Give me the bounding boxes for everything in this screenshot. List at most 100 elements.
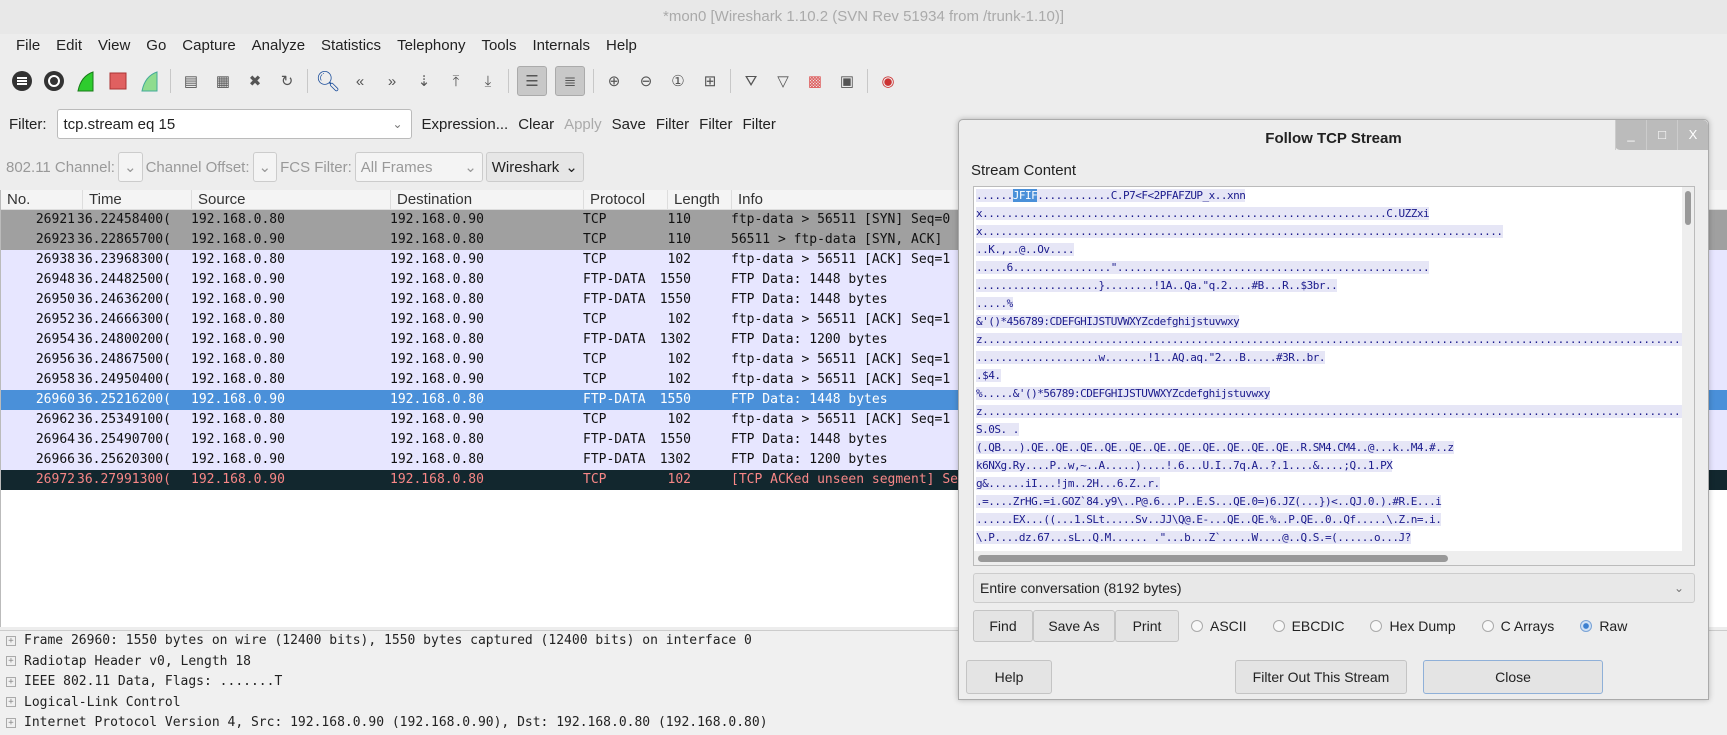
filter-input[interactable]: tcp.stream eq 15 ⌄	[56, 109, 412, 139]
column-length[interactable]: Length	[667, 190, 731, 210]
go-last-icon[interactable]: ⤓	[476, 69, 500, 93]
stop-capture-icon[interactable]	[106, 69, 130, 93]
chevron-down-icon[interactable]: ⌄	[392, 117, 402, 131]
column-time[interactable]: Time	[82, 190, 191, 210]
apply-button[interactable]: Apply	[564, 116, 602, 133]
reload-icon[interactable]: ↻	[275, 69, 299, 93]
channel-offset-label: Channel Offset:	[145, 158, 250, 176]
go-back-icon[interactable]: «	[348, 69, 372, 93]
menu-telephony[interactable]: Telephony	[389, 34, 473, 58]
menu-edit[interactable]: Edit	[48, 34, 90, 58]
column-source[interactable]: Source	[191, 190, 390, 210]
expand-icon[interactable]: +	[6, 656, 16, 666]
stream-line: S.0S. .	[974, 421, 1694, 439]
expand-icon[interactable]: +	[6, 717, 16, 728]
radio-c-arrays[interactable]: C Arrays	[1481, 618, 1554, 634]
help-button[interactable]: Help	[966, 660, 1052, 694]
horizontal-scrollbar[interactable]	[974, 551, 1694, 565]
menu-file[interactable]: File	[8, 34, 48, 58]
expression-button[interactable]: Expression...	[422, 116, 509, 133]
channel-select[interactable]: ⌄	[117, 152, 143, 182]
radio-icon[interactable]	[1481, 620, 1494, 632]
coloring-rules-icon[interactable]: ▩	[803, 69, 827, 93]
filter-out-stream-button[interactable]: Filter Out This Stream	[1235, 660, 1407, 694]
find-packet-icon[interactable]: 🔍︎	[315, 69, 340, 93]
stream-text: g&......iI...!jm..2H...6.Z..r.	[976, 477, 1160, 490]
colorize-icon[interactable]: ☰	[517, 66, 547, 96]
options-gear-icon[interactable]	[42, 69, 66, 93]
column-protocol[interactable]: Protocol	[583, 190, 667, 210]
zoom-out-icon[interactable]: ⊖	[634, 69, 658, 93]
menu-internals[interactable]: Internals	[524, 34, 598, 58]
close-icon[interactable]: X	[1677, 120, 1708, 150]
menu-analyze[interactable]: Analyze	[244, 34, 313, 58]
cell-len: 102	[667, 352, 691, 367]
open-file-icon[interactable]: ▤	[179, 69, 203, 93]
display-filters-icon[interactable]: ▽	[771, 69, 795, 93]
go-forward-icon[interactable]: »	[380, 69, 404, 93]
cell-len: 102	[667, 472, 691, 487]
save-file-icon[interactable]: ▦	[211, 69, 235, 93]
go-first-icon[interactable]: ⤒	[444, 69, 468, 93]
menu-tools[interactable]: Tools	[473, 34, 524, 58]
save-button[interactable]: Save	[612, 116, 646, 133]
fcs-filter-select[interactable]: All Frames ⌄	[354, 152, 483, 182]
cell-len: 110	[667, 212, 691, 227]
maximize-icon[interactable]: □	[1646, 120, 1677, 150]
stream-line: .....6................".................…	[974, 259, 1694, 277]
conversation-select[interactable]: Entire conversation (8192 bytes) ⌄	[973, 573, 1695, 603]
radio-raw[interactable]: Raw	[1580, 618, 1627, 634]
menu-capture[interactable]: Capture	[174, 34, 243, 58]
help-icon[interactable]: ◉	[876, 69, 900, 93]
go-to-packet-icon[interactable]: ⇣	[412, 69, 436, 93]
close-file-icon[interactable]: ✖	[243, 69, 267, 93]
vertical-scrollbar[interactable]	[1682, 187, 1694, 553]
stream-text: ..K.,..@..Ov....	[976, 243, 1074, 256]
column-no[interactable]: No.	[1, 190, 82, 210]
decryption-mode-select[interactable]: Wireshark ⌄	[485, 152, 584, 182]
print-button[interactable]: Print	[1115, 610, 1179, 642]
restart-capture-icon[interactable]	[138, 69, 162, 93]
cell-src: 192.168.0.90	[191, 232, 285, 247]
close-button[interactable]: Close	[1423, 660, 1603, 694]
interfaces-icon[interactable]	[10, 69, 34, 93]
scroll-thumb[interactable]	[1685, 191, 1691, 225]
minimize-icon[interactable]: _	[1615, 120, 1646, 150]
auto-scroll-icon[interactable]: ≣	[555, 66, 585, 96]
radio-icon[interactable]	[1272, 620, 1285, 632]
preferences-icon[interactable]: ▣	[835, 69, 859, 93]
capture-filters-icon[interactable]: ⛛	[739, 69, 763, 93]
expand-icon[interactable]: +	[6, 676, 16, 687]
menu-help[interactable]: Help	[598, 34, 645, 58]
filter-button-2[interactable]: Filter	[699, 116, 732, 133]
stream-content-text[interactable]: ......JFIF............C.P7<F<2PFAFZUP_x.…	[973, 186, 1695, 566]
cell-no: 26950	[35, 292, 75, 307]
channel-offset-select[interactable]: ⌄	[252, 152, 278, 182]
find-button[interactable]: Find	[973, 610, 1033, 642]
menu-statistics[interactable]: Statistics	[313, 34, 389, 58]
clear-button[interactable]: Clear	[518, 116, 554, 133]
stream-text: \.P....dz.67...sL..Q.M...... ."...b...Z`…	[976, 531, 1411, 544]
radio-ascii[interactable]: ASCII	[1191, 618, 1247, 634]
scroll-thumb[interactable]	[978, 555, 1448, 562]
detail-ipv4[interactable]: + Internet Protocol Version 4, Src: 192.1…	[0, 713, 1727, 734]
menu-view[interactable]: View	[90, 34, 138, 58]
resize-columns-icon[interactable]: ⊞	[698, 69, 722, 93]
zoom-in-icon[interactable]: ⊕	[602, 69, 626, 93]
save-as-button[interactable]: Save As	[1033, 610, 1115, 642]
radio-ebcdic[interactable]: EBCDIC	[1272, 618, 1344, 634]
normal-size-icon[interactable]: ①	[666, 69, 690, 93]
radio-icon[interactable]	[1191, 620, 1203, 632]
menu-go[interactable]: Go	[138, 34, 174, 58]
filter-button-3[interactable]: Filter	[743, 116, 776, 133]
start-capture-fin-icon[interactable]	[74, 69, 98, 93]
cell-time: 36.24666300(	[77, 312, 171, 327]
radio-hex-dump[interactable]: Hex Dump	[1370, 618, 1456, 634]
column-destination[interactable]: Destination	[390, 190, 589, 210]
filter-button-1[interactable]: Filter	[656, 116, 689, 133]
expand-icon[interactable]: +	[6, 635, 16, 646]
radio-icon[interactable]	[1370, 620, 1383, 632]
stream-line: .....%	[974, 295, 1694, 313]
expand-icon[interactable]: +	[6, 697, 16, 707]
radio-selected-icon[interactable]	[1580, 620, 1593, 632]
